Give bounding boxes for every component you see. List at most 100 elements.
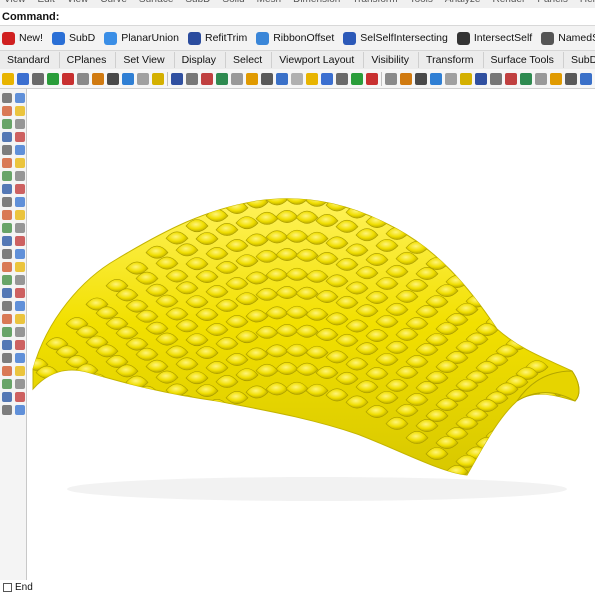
tool-icon[interactable] [580, 72, 592, 85]
tool-icon[interactable] [2, 288, 12, 298]
command-line[interactable]: Command: [0, 8, 595, 26]
tool-icon[interactable] [15, 197, 25, 207]
tool-icon[interactable] [2, 236, 12, 246]
tool-icon[interactable] [291, 72, 303, 85]
tool-icon[interactable] [15, 132, 25, 142]
tool-icon[interactable] [445, 72, 457, 85]
menu-item[interactable]: Mesh [257, 0, 281, 5]
tool-icon[interactable] [385, 72, 397, 85]
tool-icon[interactable] [15, 314, 25, 324]
tool-icon[interactable] [15, 262, 25, 272]
tool-icon[interactable] [47, 72, 59, 85]
tool-icon[interactable] [15, 171, 25, 181]
tool-icon[interactable] [15, 223, 25, 233]
tool-icon[interactable] [2, 327, 12, 337]
tool-icon[interactable] [246, 72, 258, 85]
tool-icon[interactable] [366, 72, 378, 85]
toolbar-tab[interactable]: CPlanes [60, 52, 117, 68]
tool-icon[interactable] [2, 184, 12, 194]
menu-item[interactable]: View [67, 0, 89, 5]
tool-icon[interactable] [15, 249, 25, 259]
tool-icon[interactable] [15, 236, 25, 246]
tool-icon[interactable] [186, 72, 198, 85]
tool-icon[interactable] [2, 301, 12, 311]
tool-icon[interactable] [15, 288, 25, 298]
tool-icon[interactable] [2, 223, 12, 233]
tool-icon[interactable] [92, 72, 104, 85]
toolbar-tab[interactable]: Surface Tools [484, 52, 564, 68]
tool-icon[interactable] [2, 379, 12, 389]
toolbar-tab[interactable]: Visibility [364, 52, 420, 68]
toolbar-tab[interactable]: Transform [419, 52, 484, 68]
tool-icon[interactable] [17, 72, 29, 85]
tool-icon[interactable] [490, 72, 502, 85]
menu-item[interactable]: Edit [38, 0, 55, 5]
tool-icon[interactable] [520, 72, 532, 85]
macro-button[interactable]: RefitTrim [188, 31, 247, 45]
menu-item[interactable]: Render [493, 0, 526, 5]
tool-icon[interactable] [535, 72, 547, 85]
tool-icon[interactable] [321, 72, 333, 85]
tool-icon[interactable] [15, 301, 25, 311]
tool-icon[interactable] [15, 210, 25, 220]
tool-icon[interactable] [15, 145, 25, 155]
perspective-viewport[interactable] [27, 89, 595, 584]
macro-button[interactable]: NamedSelections [541, 31, 595, 45]
macro-button[interactable]: PlanarUnion [104, 31, 179, 45]
tool-icon[interactable] [2, 405, 12, 415]
tool-icon[interactable] [15, 275, 25, 285]
menu-item[interactable]: Transform [352, 0, 397, 5]
toolbar-tab[interactable]: Standard [0, 52, 60, 68]
tool-icon[interactable] [2, 171, 12, 181]
macro-button[interactable]: RibbonOffset [256, 31, 334, 45]
tool-icon[interactable] [15, 184, 25, 194]
menu-item[interactable]: Tools [410, 0, 433, 5]
tool-icon[interactable] [2, 158, 12, 168]
tool-icon[interactable] [2, 392, 12, 402]
tool-icon[interactable] [15, 366, 25, 376]
tool-icon[interactable] [15, 119, 25, 129]
tool-icon[interactable] [15, 158, 25, 168]
tool-icon[interactable] [351, 72, 363, 85]
toolbar-tab[interactable]: SubD Tools [564, 52, 595, 68]
toolbar-tab[interactable]: Display [175, 52, 227, 68]
macro-button[interactable]: SubD [51, 31, 95, 45]
tool-icon[interactable] [261, 72, 273, 85]
tool-icon[interactable] [2, 275, 12, 285]
tool-icon[interactable] [2, 93, 12, 103]
menu-item[interactable]: Curve [100, 0, 127, 5]
menu-item[interactable]: Help [580, 0, 595, 5]
tool-icon[interactable] [2, 249, 12, 259]
tool-icon[interactable] [2, 262, 12, 272]
tool-icon[interactable] [15, 327, 25, 337]
macro-button[interactable]: IntersectSelf [456, 31, 532, 45]
toolbar-tab[interactable]: Viewport Layout [272, 52, 365, 68]
tool-icon[interactable] [2, 353, 12, 363]
tool-icon[interactable] [460, 72, 472, 85]
tool-icon[interactable] [15, 353, 25, 363]
tool-icon[interactable] [62, 72, 74, 85]
tool-icon[interactable] [505, 72, 517, 85]
tool-icon[interactable] [15, 93, 25, 103]
tool-icon[interactable] [2, 145, 12, 155]
menu-item[interactable]: Panels [537, 0, 568, 5]
tool-icon[interactable] [32, 72, 44, 85]
tool-icon[interactable] [15, 379, 25, 389]
tool-icon[interactable] [565, 72, 577, 85]
tool-icon[interactable] [171, 72, 183, 85]
tool-icon[interactable] [77, 72, 89, 85]
tool-icon[interactable] [336, 72, 348, 85]
toolbar-tab[interactable]: Select [226, 52, 273, 68]
tool-icon[interactable] [400, 72, 412, 85]
tool-icon[interactable] [107, 72, 119, 85]
tool-icon[interactable] [15, 405, 25, 415]
tool-icon[interactable] [201, 72, 213, 85]
tool-icon[interactable] [2, 72, 14, 85]
tool-icon[interactable] [2, 106, 12, 116]
tool-icon[interactable] [276, 72, 288, 85]
end-snap-checkbox[interactable] [3, 583, 12, 592]
tool-icon[interactable] [2, 119, 12, 129]
menu-item[interactable]: Analyze [445, 0, 481, 5]
tool-icon[interactable] [550, 72, 562, 85]
tool-icon[interactable] [2, 132, 12, 142]
